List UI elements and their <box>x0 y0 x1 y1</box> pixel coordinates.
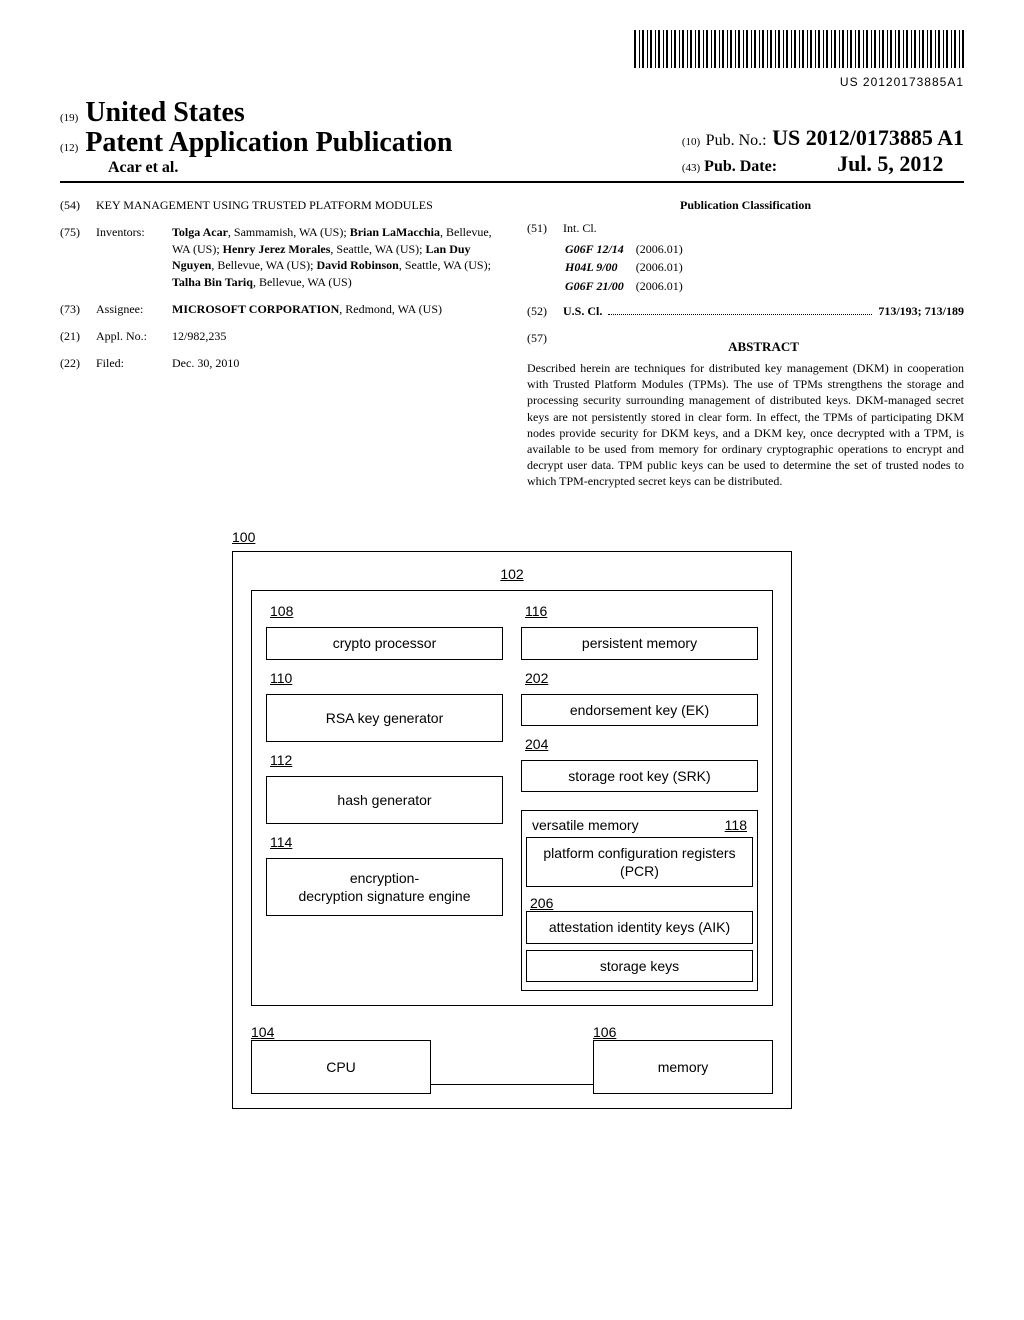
applno-code: (21) <box>60 328 96 345</box>
abstract-heading: ABSTRACT <box>563 338 964 356</box>
fig-connector-line <box>431 1084 593 1085</box>
fig-ref-204: 204 <box>521 734 758 752</box>
barcode-number: US 20120173885A1 <box>840 75 964 89</box>
biblio-left-column: (54) KEY MANAGEMENT USING TRUSTED PLATFO… <box>60 197 497 489</box>
fig-pcr: platform configuration registers (PCR) <box>526 837 753 887</box>
uscl-code: (52) <box>527 303 563 320</box>
intcl-label: Int. Cl. <box>563 220 964 237</box>
fig-bottom-row: 104 CPU 106 memory <box>251 1024 773 1094</box>
filed-value: Dec. 30, 2010 <box>172 355 497 372</box>
header-row: (19) United States (12) Patent Applicati… <box>60 97 964 183</box>
fig-versatile-memory-group: versatile memory 118 platform configurat… <box>521 810 758 991</box>
classification-heading: Publication Classification <box>527 197 964 214</box>
assignee-label: Assignee: <box>96 301 172 318</box>
fig-ref-114: 114 <box>266 832 503 850</box>
fig-persistent-memory: persistent memory <box>521 627 758 659</box>
figure-wrap: 100 102 108 crypto processor 110 RSA key… <box>60 529 964 1108</box>
fig-crypto-processor: crypto processor <box>266 627 503 659</box>
fig-inner-box: 108 crypto processor 110 RSA key generat… <box>251 590 773 1005</box>
inventors-label: Inventors: <box>96 224 172 291</box>
inventors-code: (75) <box>60 224 96 291</box>
title-code: (54) <box>60 197 96 214</box>
fig-ref-118: 118 <box>725 817 747 833</box>
fig-storage-root-key: storage root key (SRK) <box>521 760 758 792</box>
fig-ref-102: 102 <box>251 566 773 582</box>
pubno-code: (10) <box>682 136 700 148</box>
pubdate-label: Pub. Date: <box>704 158 777 175</box>
intcl-code: (51) <box>527 220 563 237</box>
intcl-row: H04L 9/00(2006.01) <box>565 259 693 276</box>
fig-ref-116: 116 <box>521 601 758 619</box>
author-line: Acar et al. <box>108 159 452 177</box>
filed-code: (22) <box>60 355 96 372</box>
fig-left-col: 108 crypto processor 110 RSA key generat… <box>266 601 503 990</box>
bibliographic-data: (54) KEY MANAGEMENT USING TRUSTED PLATFO… <box>60 197 964 489</box>
fig-ref-100: 100 <box>232 529 792 545</box>
fig-aik: attestation identity keys (AIK) <box>526 911 753 943</box>
intcl-table: G06F 12/14(2006.01) H04L 9/00(2006.01) G… <box>563 239 695 297</box>
fig-ref-108: 108 <box>266 601 503 619</box>
uscl-leader-dots <box>608 314 872 315</box>
intcl-row: G06F 12/14(2006.01) <box>565 241 693 258</box>
applno-label: Appl. No.: <box>96 328 172 345</box>
fig-endorsement-key: endorsement key (EK) <box>521 694 758 726</box>
fig-storage-keys: storage keys <box>526 950 753 982</box>
abstract-body: Described herein are techniques for dist… <box>527 360 964 490</box>
assignee-code: (73) <box>60 301 96 318</box>
fig-memory: memory <box>593 1040 773 1094</box>
invention-title: KEY MANAGEMENT USING TRUSTED PLATFORM MO… <box>96 197 497 214</box>
fig-ref-112: 112 <box>266 750 503 768</box>
pubno-label: Pub. No.: <box>706 132 767 149</box>
header-left: (19) United States (12) Patent Applicati… <box>60 97 452 177</box>
doctype-code: (12) <box>60 142 78 154</box>
pubno: US 2012/0173885 A1 <box>772 125 964 150</box>
inventors-value: Tolga Acar, Sammamish, WA (US); Brian La… <box>172 224 497 291</box>
pubdate-code: (43) <box>682 162 700 174</box>
fig-ref-110: 110 <box>266 668 503 686</box>
fig-hash-generator: hash generator <box>266 776 503 824</box>
country: United States <box>85 97 244 128</box>
fig-cpu: CPU <box>251 1040 431 1094</box>
fig-outer-box: 102 108 crypto processor 110 RSA key gen… <box>232 551 792 1108</box>
abstract-code: (57) <box>527 330 563 360</box>
fig-rsa-key-generator: RSA key generator <box>266 694 503 742</box>
fig-ref-104: 104 <box>251 1024 431 1040</box>
applno-value: 12/982,235 <box>172 328 497 345</box>
uscl-label: U.S. Cl. <box>563 303 602 320</box>
fig-ref-202: 202 <box>521 668 758 686</box>
country-code: (19) <box>60 112 78 124</box>
fig-ref-106: 106 <box>593 1024 773 1040</box>
filed-label: Filed: <box>96 355 172 372</box>
doctype: Patent Application Publication <box>85 127 452 158</box>
barcode-graphic <box>634 30 964 68</box>
assignee-value: MICROSOFT CORPORATION, Redmond, WA (US) <box>172 301 497 318</box>
fig-ref-206: 206 <box>526 893 753 911</box>
uscl-value: 713/193; 713/189 <box>878 303 964 320</box>
biblio-right-column: Publication Classification (51) Int. Cl.… <box>527 197 964 489</box>
pubdate: Jul. 5, 2012 <box>837 151 943 176</box>
barcode-area: US 20120173885A1 <box>60 30 964 91</box>
fig-versatile-memory: versatile memory <box>532 817 639 833</box>
fig-enc-engine: encryption- decryption signature engine <box>266 858 503 916</box>
figure: 100 102 108 crypto processor 110 RSA key… <box>232 529 792 1108</box>
fig-right-col: 116 persistent memory 202 endorsement ke… <box>521 601 758 990</box>
header-right: (10) Pub. No.: US 2012/0173885 A1 (43) P… <box>682 125 964 177</box>
intcl-row: G06F 21/00(2006.01) <box>565 278 693 295</box>
